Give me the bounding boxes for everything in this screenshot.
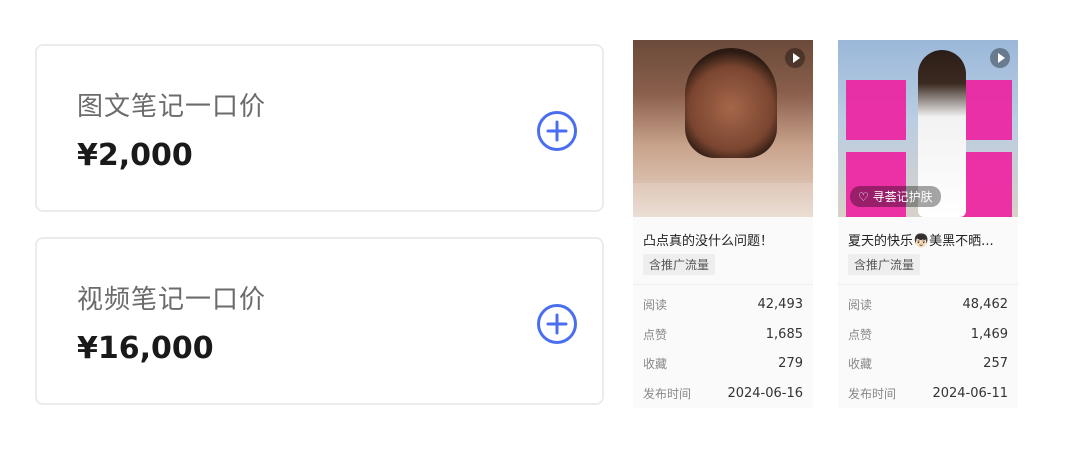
stat-value: 2024-06-11	[932, 385, 1008, 401]
thumbnail-graphic	[846, 152, 906, 217]
stat-row-favorites: 收藏 257	[848, 354, 1008, 372]
thumbnail-graphic	[846, 80, 906, 140]
stat-value: 48,462	[962, 296, 1009, 312]
stat-value: 1,685	[765, 326, 803, 342]
stat-label: 发布时间	[848, 386, 897, 401]
price-card-video-note: 视频笔记一口价 ¥16,000	[35, 237, 604, 405]
author-badge: ♡ 寻荟记护肤	[850, 186, 941, 207]
stat-row-publish-date: 发布时间 2024-06-16	[643, 384, 803, 402]
stat-label: 收藏	[848, 356, 873, 371]
play-icon	[990, 48, 1010, 68]
promo-tag: 含推广流量	[848, 254, 921, 275]
note-card[interactable]: 凸点真的没什么问题！ 含推广流量 阅读 42,493 点赞 1,685 收藏 2…	[633, 40, 813, 408]
stat-label: 阅读	[848, 297, 873, 312]
note-title[interactable]: 夏天的快乐👦🏻美黑不晒...	[848, 230, 1013, 249]
stat-row-reads: 阅读 42,493	[643, 295, 803, 313]
stat-value: 1,469	[970, 326, 1008, 342]
note-thumbnail[interactable]: ♡ 寻荟记护肤	[838, 40, 1018, 217]
plus-circle-icon	[537, 304, 577, 344]
price-card-title: 视频笔记一口价	[77, 285, 267, 315]
stat-value: 2024-06-16	[727, 385, 803, 401]
divider	[838, 284, 1018, 285]
price-card-price: ¥2,000	[77, 138, 193, 173]
stat-label: 收藏	[643, 356, 668, 371]
stat-row-likes: 点赞 1,685	[643, 325, 803, 343]
stat-value: 42,493	[757, 296, 804, 312]
plus-circle-icon	[537, 111, 577, 151]
divider	[633, 284, 813, 285]
stat-value: 279	[778, 355, 803, 371]
stat-row-reads: 阅读 48,462	[848, 295, 1008, 313]
stat-row-likes: 点赞 1,469	[848, 325, 1008, 343]
add-image-note-button[interactable]	[536, 110, 578, 152]
price-card-title: 图文笔记一口价	[77, 92, 267, 122]
price-card-price: ¥16,000	[77, 331, 214, 366]
thumbnail-caption-band	[633, 183, 813, 217]
play-icon	[785, 48, 805, 68]
stat-value: 257	[983, 355, 1008, 371]
stat-label: 点赞	[848, 327, 873, 342]
stat-label: 发布时间	[643, 386, 692, 401]
page: 图文笔记一口价 ¥2,000 视频笔记一口价 ¥16,000 凸点真的没什么问题…	[0, 0, 1080, 451]
stat-row-publish-date: 发布时间 2024-06-11	[848, 384, 1008, 402]
add-video-note-button[interactable]	[536, 303, 578, 345]
note-title[interactable]: 凸点真的没什么问题！	[643, 230, 808, 249]
stat-label: 阅读	[643, 297, 668, 312]
stat-row-favorites: 收藏 279	[643, 354, 803, 372]
stat-label: 点赞	[643, 327, 668, 342]
note-card[interactable]: ♡ 寻荟记护肤 夏天的快乐👦🏻美黑不晒... 含推广流量 阅读 48,462 点…	[838, 40, 1018, 408]
price-card-image-note: 图文笔记一口价 ¥2,000	[35, 44, 604, 212]
note-thumbnail[interactable]	[633, 40, 813, 217]
promo-tag: 含推广流量	[643, 254, 716, 275]
thumbnail-person	[685, 48, 777, 158]
